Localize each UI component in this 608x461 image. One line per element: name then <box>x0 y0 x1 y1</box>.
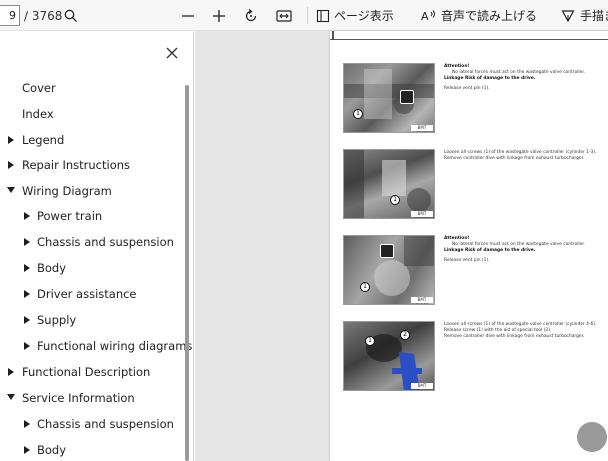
read-aloud-icon: A <box>421 9 437 23</box>
svg-text:A: A <box>421 10 429 23</box>
sidebar-item-chassis-and-suspension[interactable]: Chassis and suspension <box>37 231 174 253</box>
sidebar-item-label: Cover <box>22 81 56 95</box>
sidebar-item-chassis-and-suspension[interactable]: Chassis and suspension <box>37 413 174 435</box>
sidebar-item-label: Service Information <box>22 391 135 405</box>
photo-tag: BMT 20901 <box>411 125 433 132</box>
step-line: No lateral forces must act on the wasteg… <box>452 241 586 247</box>
collapse-caret-icon[interactable] <box>7 394 15 400</box>
close-icon[interactable] <box>163 44 181 62</box>
sidebar-item-body[interactable]: Body <box>37 439 66 461</box>
photo-tag: BMT 20904 <box>411 383 433 390</box>
fit-page-icon[interactable] <box>276 0 292 31</box>
step-photo: 1 BMT 20902 <box>343 149 435 219</box>
expand-caret-icon[interactable] <box>24 420 30 428</box>
sidebar-item-functional-description[interactable]: Functional Description <box>22 361 150 383</box>
sidebar-item-label: Functional wiring diagrams <box>37 339 193 353</box>
warning-icon <box>400 90 414 104</box>
sidebar-item-label: Legend <box>22 133 65 147</box>
sidebar-item-repair-instructions[interactable]: Repair Instructions <box>22 154 130 176</box>
read-aloud-button[interactable]: A 音声で読み上げる <box>421 0 537 31</box>
page-header-rule <box>330 31 608 40</box>
sidebar-item-label: Body <box>37 443 67 457</box>
sidebar-item-label: Wiring Diagram <box>22 184 112 198</box>
expand-caret-icon[interactable] <box>8 368 14 376</box>
toolbar: 9 / 3768 ページ表示 A 音声で読み上げる 手描き <box>0 0 608 31</box>
warning-icon <box>380 244 394 258</box>
pdf-page: 1 BMT 20901 Attention! No lateral forces… <box>330 31 608 461</box>
sidebar-item-label: Chassis and suspension <box>37 235 174 249</box>
expand-caret-icon[interactable] <box>24 446 30 454</box>
callout-marker: 1 <box>353 109 363 119</box>
page-number-input[interactable]: 9 <box>0 5 20 26</box>
expand-caret-icon[interactable] <box>24 316 30 324</box>
page-total-label: / 3768 <box>24 8 63 23</box>
step-line: No lateral forces must act on the wasteg… <box>452 69 586 75</box>
expand-caret-icon[interactable] <box>24 264 30 272</box>
rotate-icon[interactable] <box>243 0 259 31</box>
step-line: Loosen all screws (1) of the wastegate v… <box>444 322 597 327</box>
page-view-icon <box>316 9 330 23</box>
floating-action-button[interactable] <box>577 422 607 452</box>
document-viewer[interactable]: 1 BMT 20901 Attention! No lateral forces… <box>195 31 608 461</box>
photo-tag: BMT 20902 <box>411 211 433 218</box>
page-view-button[interactable]: ページ表示 <box>316 0 394 31</box>
sidebar-item-legend[interactable]: Legend <box>22 129 64 151</box>
draw-button[interactable]: 手描き <box>561 0 608 31</box>
draw-icon <box>561 9 575 23</box>
expand-caret-icon[interactable] <box>8 136 14 144</box>
step-photo: 1 BMT 20903 <box>343 235 435 305</box>
expand-caret-icon[interactable] <box>24 212 30 220</box>
sidebar-item-label: Driver assistance <box>37 287 137 301</box>
sidebar-item-functional-wiring-diagrams[interactable]: Functional wiring diagrams <box>37 335 192 357</box>
sidebar-item-driver-assistance[interactable]: Driver assistance <box>37 283 137 305</box>
zoom-out-icon[interactable] <box>181 0 195 31</box>
step-photo: 1 BMT 20901 <box>343 63 435 133</box>
step-text: Loosen all screws (1) of the wastegate v… <box>444 150 604 162</box>
sidebar-item-label: Power train <box>37 209 103 223</box>
draw-label: 手描き <box>580 9 608 23</box>
sidebar-item-label: Functional Description <box>22 365 151 379</box>
read-aloud-label: 音声で読み上げる <box>441 9 538 23</box>
photo-tag: BMT 20903 <box>411 297 433 304</box>
sidebar-item-index[interactable]: Index <box>22 103 54 125</box>
expand-caret-icon[interactable] <box>24 238 30 246</box>
collapse-caret-icon[interactable] <box>7 187 15 193</box>
expand-caret-icon[interactable] <box>24 290 30 298</box>
step-line: Release vent pin (1). <box>444 86 490 92</box>
bookmarks-sidebar: Cover Index Legend Repair Instructions W… <box>0 31 194 461</box>
sidebar-item-body[interactable]: Body <box>37 257 66 279</box>
page-view-label: ページ表示 <box>334 9 394 23</box>
sidebar-item-label: Chassis and suspension <box>37 417 174 431</box>
step-line: Release vent pin (1). <box>444 258 490 264</box>
toolbar-divider <box>307 7 308 24</box>
step-line: Loosen all screws (1) of the wastegate v… <box>444 150 597 155</box>
callout-marker: 1 <box>390 195 400 205</box>
sidebar-item-wiring-diagram[interactable]: Wiring Diagram <box>22 180 112 202</box>
step-photo: 1 2 BMT 20904 <box>343 321 435 391</box>
step-line: Remove controller dive with linkage from… <box>444 333 585 339</box>
search-icon[interactable] <box>64 0 78 31</box>
zoom-in-icon[interactable] <box>212 0 226 31</box>
expand-caret-icon[interactable] <box>24 342 30 350</box>
callout-marker: 1 <box>360 282 370 292</box>
sidebar-item-power-train[interactable]: Power train <box>37 205 102 227</box>
sidebar-scrollbar[interactable] <box>185 85 189 461</box>
step-line: Remove controller dive with linkage from… <box>444 155 585 161</box>
sidebar-item-cover[interactable]: Cover <box>22 77 56 99</box>
step-text: Loosen all screws (1) of the wastegate v… <box>444 322 604 339</box>
callout-marker: 2 <box>400 330 410 340</box>
expand-caret-icon[interactable] <box>8 161 14 169</box>
sidebar-item-supply[interactable]: Supply <box>37 309 76 331</box>
sidebar-item-label: Body <box>37 261 67 275</box>
sidebar-item-label: Index <box>22 107 54 121</box>
sidebar-item-label: Repair Instructions <box>22 158 131 172</box>
step-text: Attention! No lateral forces must act on… <box>444 64 604 92</box>
step-text: Attention! No lateral forces must act on… <box>444 236 604 264</box>
sidebar-item-label: Supply <box>37 313 77 327</box>
callout-marker: 1 <box>365 336 375 346</box>
sidebar-item-service-information[interactable]: Service Information <box>22 387 135 409</box>
